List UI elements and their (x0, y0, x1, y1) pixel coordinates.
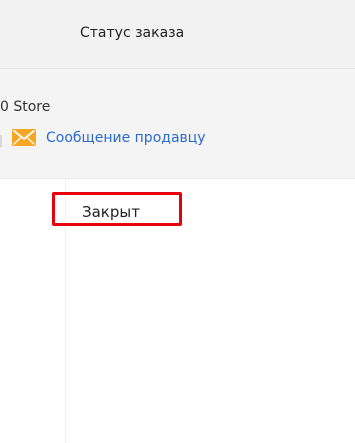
envelope-icon (12, 129, 36, 146)
store-row-marker (0, 135, 2, 147)
order-status-column-header: Статус заказа (80, 25, 185, 41)
store-name: 0 Store (0, 99, 51, 115)
table-header: Статус заказа (0, 0, 355, 69)
message-seller-link[interactable]: Сообщение продавцу (12, 129, 206, 146)
order-content: Закрыт (0, 179, 355, 443)
message-seller-label: Сообщение продавцу (46, 129, 206, 146)
order-status-value: Закрыт (82, 203, 140, 221)
store-row: 0 Store Сообщение продавцу (0, 69, 355, 179)
